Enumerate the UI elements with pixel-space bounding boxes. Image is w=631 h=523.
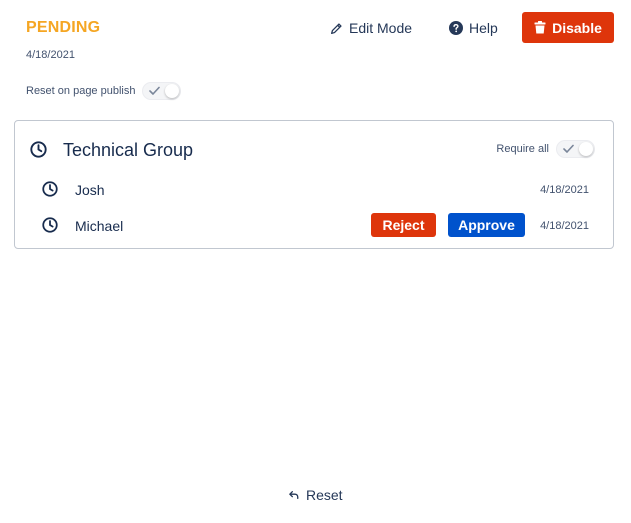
- member-name: Michael: [75, 218, 124, 234]
- disable-button[interactable]: Disable: [522, 12, 614, 43]
- member-date: 4/18/2021: [540, 220, 589, 232]
- reset-on-publish-setting: Reset on page publish: [26, 82, 182, 100]
- reset-on-publish-toggle[interactable]: [142, 82, 182, 100]
- check-icon: [149, 86, 161, 95]
- clock-icon: [42, 181, 58, 197]
- status-label: PENDING: [26, 19, 101, 36]
- toggle-knob: [165, 84, 180, 98]
- edit-mode-button[interactable]: Edit Mode: [330, 17, 412, 39]
- reject-button[interactable]: Reject: [371, 213, 436, 237]
- status-date: 4/18/2021: [26, 49, 75, 61]
- pencil-icon: [330, 22, 342, 34]
- check-icon: [563, 144, 574, 153]
- reset-label: Reset: [306, 487, 343, 503]
- member-row: Josh 4/18/2021: [15, 177, 613, 201]
- require-all-setting: Require all: [496, 140, 595, 158]
- require-all-label: Require all: [496, 143, 549, 155]
- question-circle-icon: [449, 21, 463, 35]
- require-all-toggle[interactable]: [556, 140, 595, 158]
- member-date: 4/18/2021: [540, 184, 589, 196]
- undo-icon: [289, 491, 299, 499]
- member-name: Josh: [75, 182, 105, 198]
- approval-group-card: Technical Group Require all Josh 4/18/20…: [14, 120, 614, 249]
- edit-mode-label: Edit Mode: [349, 20, 413, 36]
- help-label: Help: [469, 20, 498, 36]
- trash-icon: [534, 21, 546, 34]
- disable-label: Disable: [552, 19, 602, 36]
- help-button[interactable]: Help: [449, 17, 498, 39]
- clock-icon: [30, 141, 47, 158]
- toggle-knob: [579, 142, 593, 156]
- reset-on-publish-label: Reset on page publish: [26, 85, 136, 97]
- reset-button[interactable]: Reset: [289, 487, 343, 503]
- group-name: Technical Group: [63, 140, 194, 160]
- member-row: Michael Reject Approve 4/18/2021: [15, 213, 613, 237]
- approve-button[interactable]: Approve: [448, 213, 525, 237]
- clock-icon: [42, 217, 58, 233]
